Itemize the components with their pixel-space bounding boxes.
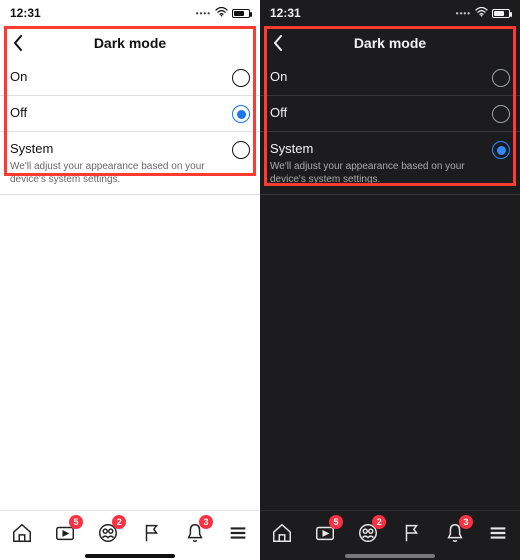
tab-notifications[interactable]: 3 [439,517,471,549]
option-system[interactable]: System We'll adjust your appearance base… [260,132,520,195]
radio-icon [232,69,250,87]
radio-icon [492,69,510,87]
tab-flag[interactable] [136,517,168,549]
tab-watch[interactable]: 5 [49,517,81,549]
tab-bar: 5 2 3 [0,510,260,560]
option-on[interactable]: On [260,60,520,96]
tab-flag[interactable] [396,517,428,549]
option-label: On [10,68,224,86]
status-bar: 12:31 •••• [260,0,520,26]
phone-dark: 12:31 •••• Dark mode On Off System We'll [260,0,520,560]
tab-home[interactable] [6,517,38,549]
tab-bar: 5 2 3 [260,510,520,560]
options-list: On Off System We'll adjust your appearan… [260,60,520,195]
status-time: 12:31 [10,6,41,20]
wifi-icon [215,7,228,20]
option-subtext: We'll adjust your appearance based on yo… [10,160,224,186]
battery-icon [492,9,510,18]
header: Dark mode [0,26,260,60]
home-indicator [345,554,435,558]
options-list: On Off System We'll adjust your appearan… [0,60,260,195]
option-off[interactable]: Off [260,96,520,132]
badge: 3 [199,515,213,529]
tab-watch[interactable]: 5 [309,517,341,549]
status-time: 12:31 [270,6,301,20]
radio-icon [232,141,250,159]
badge: 5 [329,515,343,529]
tab-groups[interactable]: 2 [352,517,384,549]
back-button[interactable] [8,33,28,53]
battery-icon [232,9,250,18]
tab-notifications[interactable]: 3 [179,517,211,549]
radio-icon-selected [492,141,510,159]
header: Dark mode [260,26,520,60]
badge: 3 [459,515,473,529]
option-label: Off [10,104,224,122]
option-label: On [270,68,484,86]
status-indicators: •••• [196,7,250,20]
badge: 2 [372,515,386,529]
wifi-icon [475,7,488,20]
option-label: System [270,140,484,158]
page-title: Dark mode [260,35,520,51]
phone-light: 12:31 •••• Dark mode On Off System We'll [0,0,260,560]
option-label: Off [270,104,484,122]
tab-menu[interactable] [222,517,254,549]
tab-home[interactable] [266,517,298,549]
back-button[interactable] [268,33,288,53]
badge: 2 [112,515,126,529]
cellular-icon: •••• [456,9,471,18]
option-on[interactable]: On [0,60,260,96]
tab-menu[interactable] [482,517,514,549]
option-off[interactable]: Off [0,96,260,132]
cellular-icon: •••• [196,9,211,18]
home-indicator [85,554,175,558]
radio-icon-selected [232,105,250,123]
page-title: Dark mode [0,35,260,51]
status-indicators: •••• [456,7,510,20]
badge: 5 [69,515,83,529]
option-system[interactable]: System We'll adjust your appearance base… [0,132,260,195]
option-subtext: We'll adjust your appearance based on yo… [270,160,484,186]
status-bar: 12:31 •••• [0,0,260,26]
option-label: System [10,140,224,158]
radio-icon [492,105,510,123]
tab-groups[interactable]: 2 [92,517,124,549]
